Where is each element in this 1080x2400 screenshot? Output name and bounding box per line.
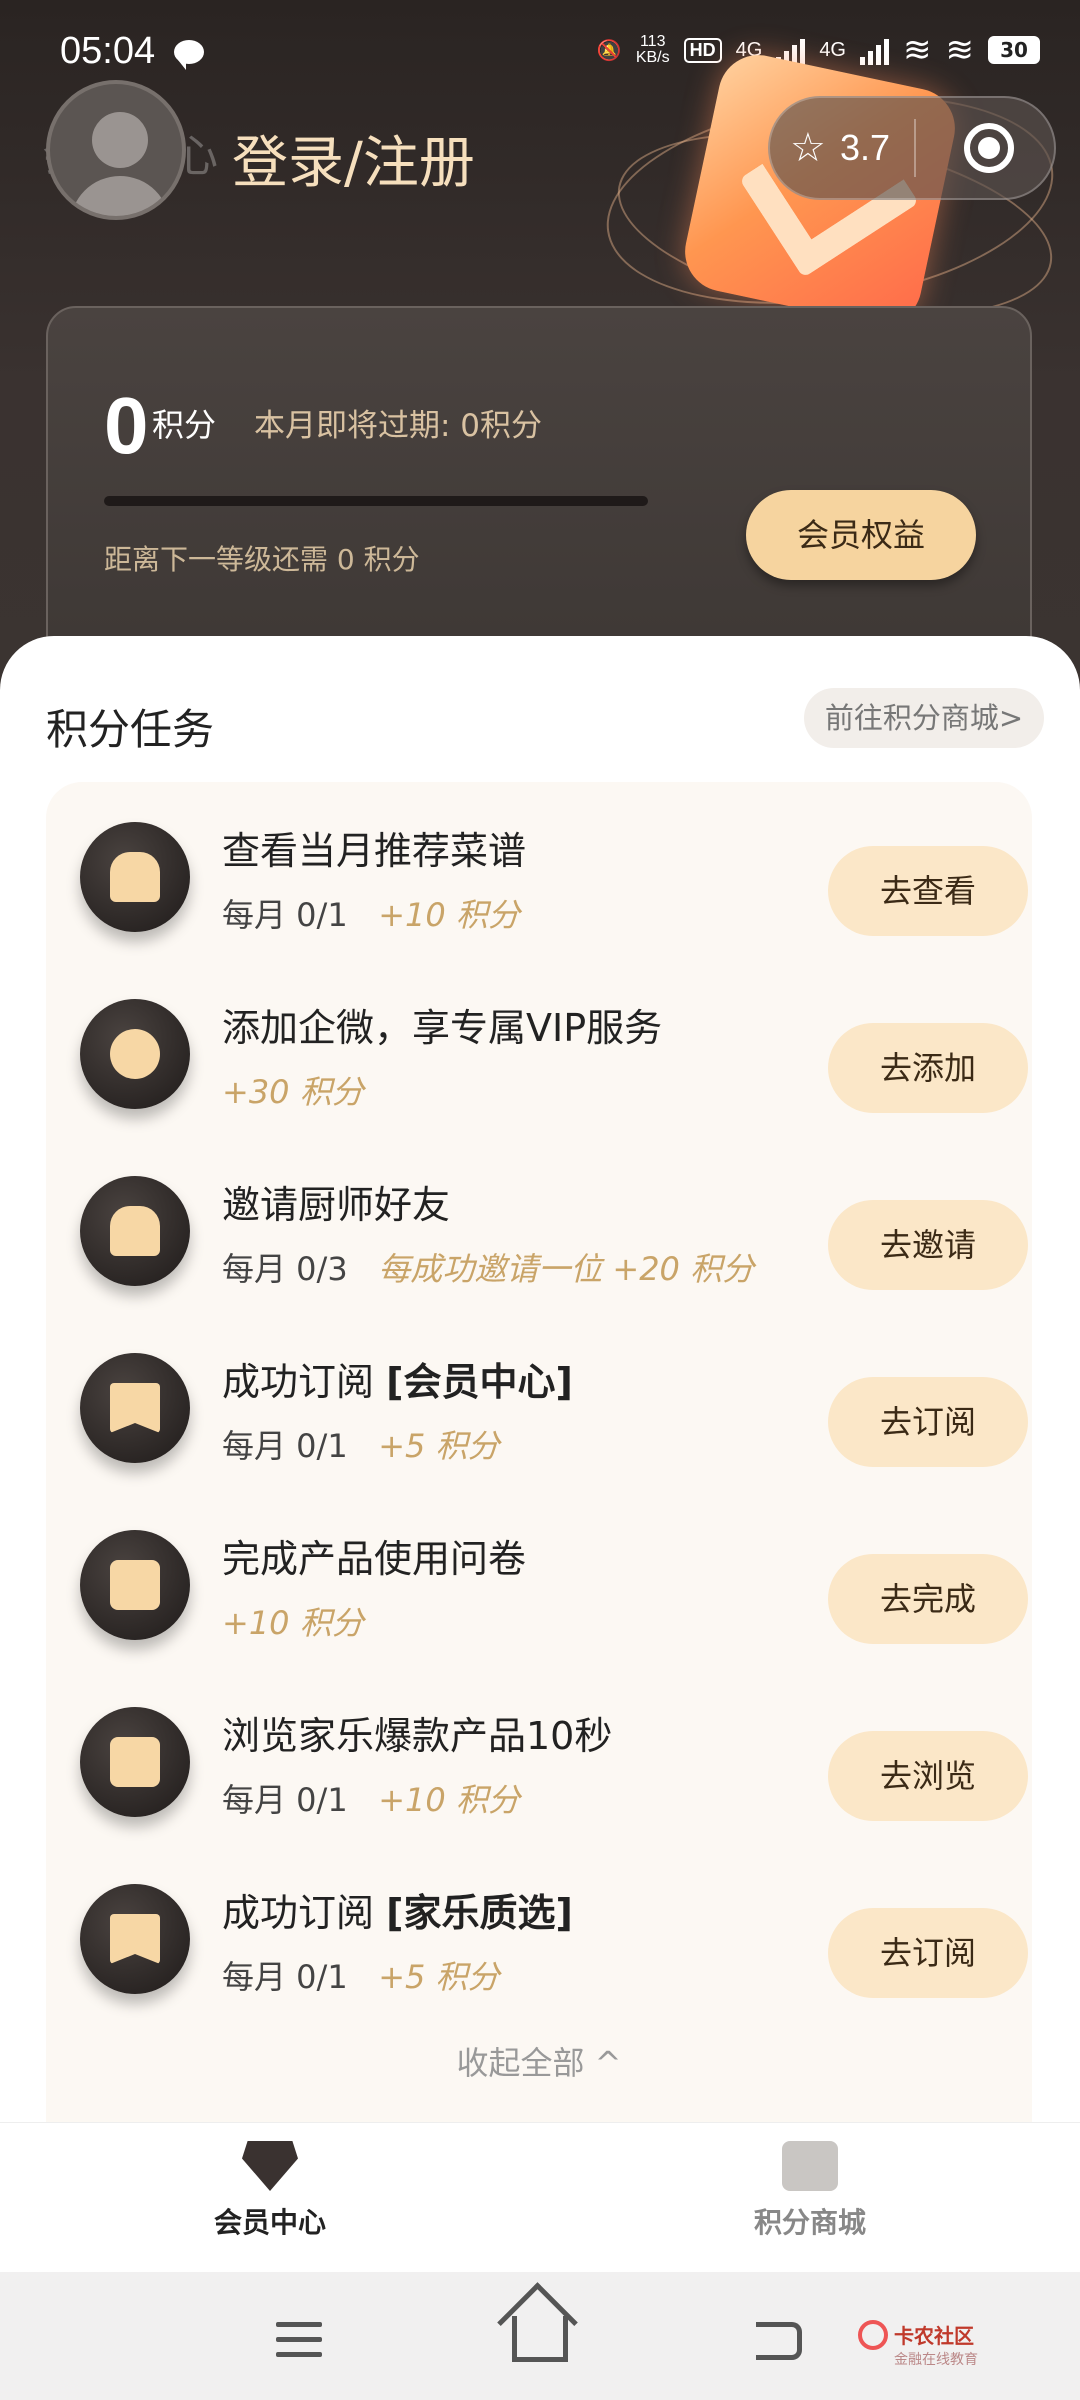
tab-points-mall[interactable]: 积分商城 [660, 2141, 960, 2241]
watermark: 卡农社区 金融在线教育 [858, 2320, 1018, 2369]
task-reward: +5 积分 [378, 1427, 500, 1465]
chef-hat-icon [80, 1176, 190, 1286]
task-item: 查看当月推荐菜谱 每月 0/1 +10 积分 去查看 [46, 782, 1032, 959]
next-level-text: 距离下一等级还需 0 积分 [104, 543, 420, 576]
tasks-sheet: 积分任务 前往积分商城> 查看当月推荐菜谱 每月 0/1 +10 积分 去查看 … [0, 636, 1080, 2162]
task-detail: 每月 0/1 +5 积分 [222, 1421, 500, 1467]
task-detail: 每月 0/1 +5 积分 [222, 1952, 500, 1998]
task-reward: 每成功邀请一位 +20 积分 [378, 1250, 755, 1288]
task-reward: +10 积分 [222, 1604, 364, 1642]
task-name: 邀请厨师好友 [222, 1183, 451, 1227]
recipe-book-icon [80, 1707, 190, 1817]
task-item: 浏览家乐爆款产品10秒 每月 0/1 +10 积分 去浏览 [46, 1667, 1032, 1844]
task-reward: +10 积分 [378, 1781, 520, 1819]
task-name: 成功订阅 [家乐质选] [222, 1891, 573, 1935]
wifi-icon: ≋ [903, 31, 932, 69]
task-name: 成功订阅 [会员中心] [222, 1360, 573, 1404]
net-speed-text: 113 KB/s [635, 33, 670, 66]
record-icon[interactable] [964, 123, 1015, 173]
section-title: 积分任务 [46, 705, 215, 754]
task-action-button[interactable]: 去查看 [828, 846, 1028, 936]
task-name-bold: [会员中心] [386, 1360, 573, 1404]
task-name: 添加企微，享专属VIP服务 [222, 1006, 663, 1050]
points-unit: 积分 [152, 406, 217, 444]
battery-icon: 30 [988, 36, 1040, 64]
back-icon[interactable] [756, 2322, 802, 2360]
task-action-button[interactable]: 去订阅 [828, 1377, 1028, 1467]
task-reward: +10 积分 [378, 896, 520, 934]
task-name: 查看当月推荐菜谱 [222, 829, 527, 873]
watermark-logo-icon [858, 2320, 888, 2350]
bookmark-plus-icon [80, 1884, 190, 1994]
mini-program-capsule: ☆ 3.7 [768, 96, 1056, 200]
header-area: 05:04 🔕 113 KB/s HD 4G 4G ≋ ≋ 30 会员中心 登录… [0, 0, 1080, 700]
task-action-button[interactable]: 去完成 [828, 1554, 1028, 1644]
watermark-line2: 金融在线教育 [894, 2352, 978, 2368]
go-points-mall-link[interactable]: 前往积分商城> [804, 688, 1044, 748]
diamond-icon [242, 2141, 298, 2191]
task-progress: 每月 0/1 [222, 1781, 348, 1819]
mute-bell-icon: 🔕 [596, 39, 622, 62]
task-item: 完成产品使用问卷 +10 积分 去完成 [46, 1490, 1032, 1667]
tab-label: 会员中心 [213, 2206, 326, 2239]
task-progress: 每月 0/3 [222, 1250, 348, 1288]
avatar-head-shape [92, 112, 148, 168]
star-icon[interactable]: ☆ [790, 126, 834, 170]
points-value: 0 [104, 381, 149, 470]
task-detail: 每月 0/1 +10 积分 [222, 1775, 520, 1821]
task-name: 浏览家乐爆款产品10秒 [222, 1714, 613, 1758]
watermark-line1: 卡农社区 [894, 2324, 974, 2348]
task-progress: 每月 0/1 [222, 1958, 348, 1996]
level-progress-bar [104, 496, 648, 506]
points-card: 0 积分 本月即将过期: 0积分 距离下一等级还需 0 积分 会员权益 [46, 306, 1032, 666]
rating-value[interactable]: 3.7 [840, 127, 890, 169]
login-register-link[interactable]: 登录/注册 [232, 118, 475, 199]
menu-icon[interactable] [276, 2322, 322, 2358]
shopping-bag-icon [782, 2141, 838, 2191]
task-list: 查看当月推荐菜谱 每月 0/1 +10 积分 去查看 添加企微，享专属VIP服务… [46, 782, 1032, 2162]
task-reward: +30 积分 [222, 1073, 364, 1111]
wechat-work-icon [80, 999, 190, 1109]
task-detail: +30 积分 [222, 1067, 364, 1113]
task-item: 成功订阅 [会员中心] 每月 0/1 +5 积分 去订阅 [46, 1313, 1032, 1490]
task-item: 添加企微，享专属VIP服务 +30 积分 去添加 [46, 959, 1032, 1136]
system-navigation-bar: 卡农社区 金融在线教育 [0, 2272, 1080, 2400]
task-reward: +5 积分 [378, 1958, 500, 1996]
task-action-button[interactable]: 去浏览 [828, 1731, 1028, 1821]
bottom-tab-bar: 会员中心 积分商城 [0, 2122, 1080, 2272]
member-benefits-button[interactable]: 会员权益 [746, 490, 976, 580]
avatar[interactable] [46, 80, 186, 220]
bookmark-plus-icon [80, 1353, 190, 1463]
capsule-divider [914, 119, 917, 177]
task-progress: 每月 0/1 [222, 896, 348, 934]
task-item: 邀请厨师好友 每月 0/3 每成功邀请一位 +20 积分 去邀请 [46, 1136, 1032, 1313]
avatar-body-shape [70, 176, 170, 216]
task-detail: 每月 0/1 +10 积分 [222, 890, 520, 936]
task-action-button[interactable]: 去邀请 [828, 1200, 1028, 1290]
message-notification-icon [174, 40, 204, 70]
points-expire-text: 本月即将过期: 0积分 [254, 408, 543, 444]
signal-icon-2 [860, 35, 889, 65]
task-item: 成功订阅 [家乐质选] 每月 0/1 +5 积分 去订阅 [46, 1844, 1032, 2021]
network-4g-label-2: 4G [819, 38, 846, 61]
task-detail: +10 积分 [222, 1598, 364, 1644]
task-action-button[interactable]: 去添加 [828, 1023, 1028, 1113]
net-speed: 113 KB/s [636, 34, 670, 66]
task-name: 完成产品使用问卷 [222, 1537, 527, 1581]
tab-label: 积分商城 [753, 2206, 866, 2239]
survey-edit-icon [80, 1530, 190, 1640]
status-time: 05:04 [60, 30, 156, 72]
hd-icon: HD [683, 37, 722, 63]
chef-hat-icon [80, 822, 190, 932]
task-detail: 每月 0/3 每成功邀请一位 +20 积分 [222, 1244, 754, 1290]
tab-member-center[interactable]: 会员中心 [120, 2141, 420, 2241]
task-name-bold: [家乐质选] [386, 1891, 573, 1935]
task-progress: 每月 0/1 [222, 1427, 348, 1465]
home-icon[interactable] [512, 2316, 568, 2362]
wifi-icon-2: ≋ [945, 31, 975, 69]
collapse-all-button[interactable]: 收起全部 ^ [46, 2038, 1032, 2084]
task-action-button[interactable]: 去订阅 [828, 1908, 1028, 1998]
